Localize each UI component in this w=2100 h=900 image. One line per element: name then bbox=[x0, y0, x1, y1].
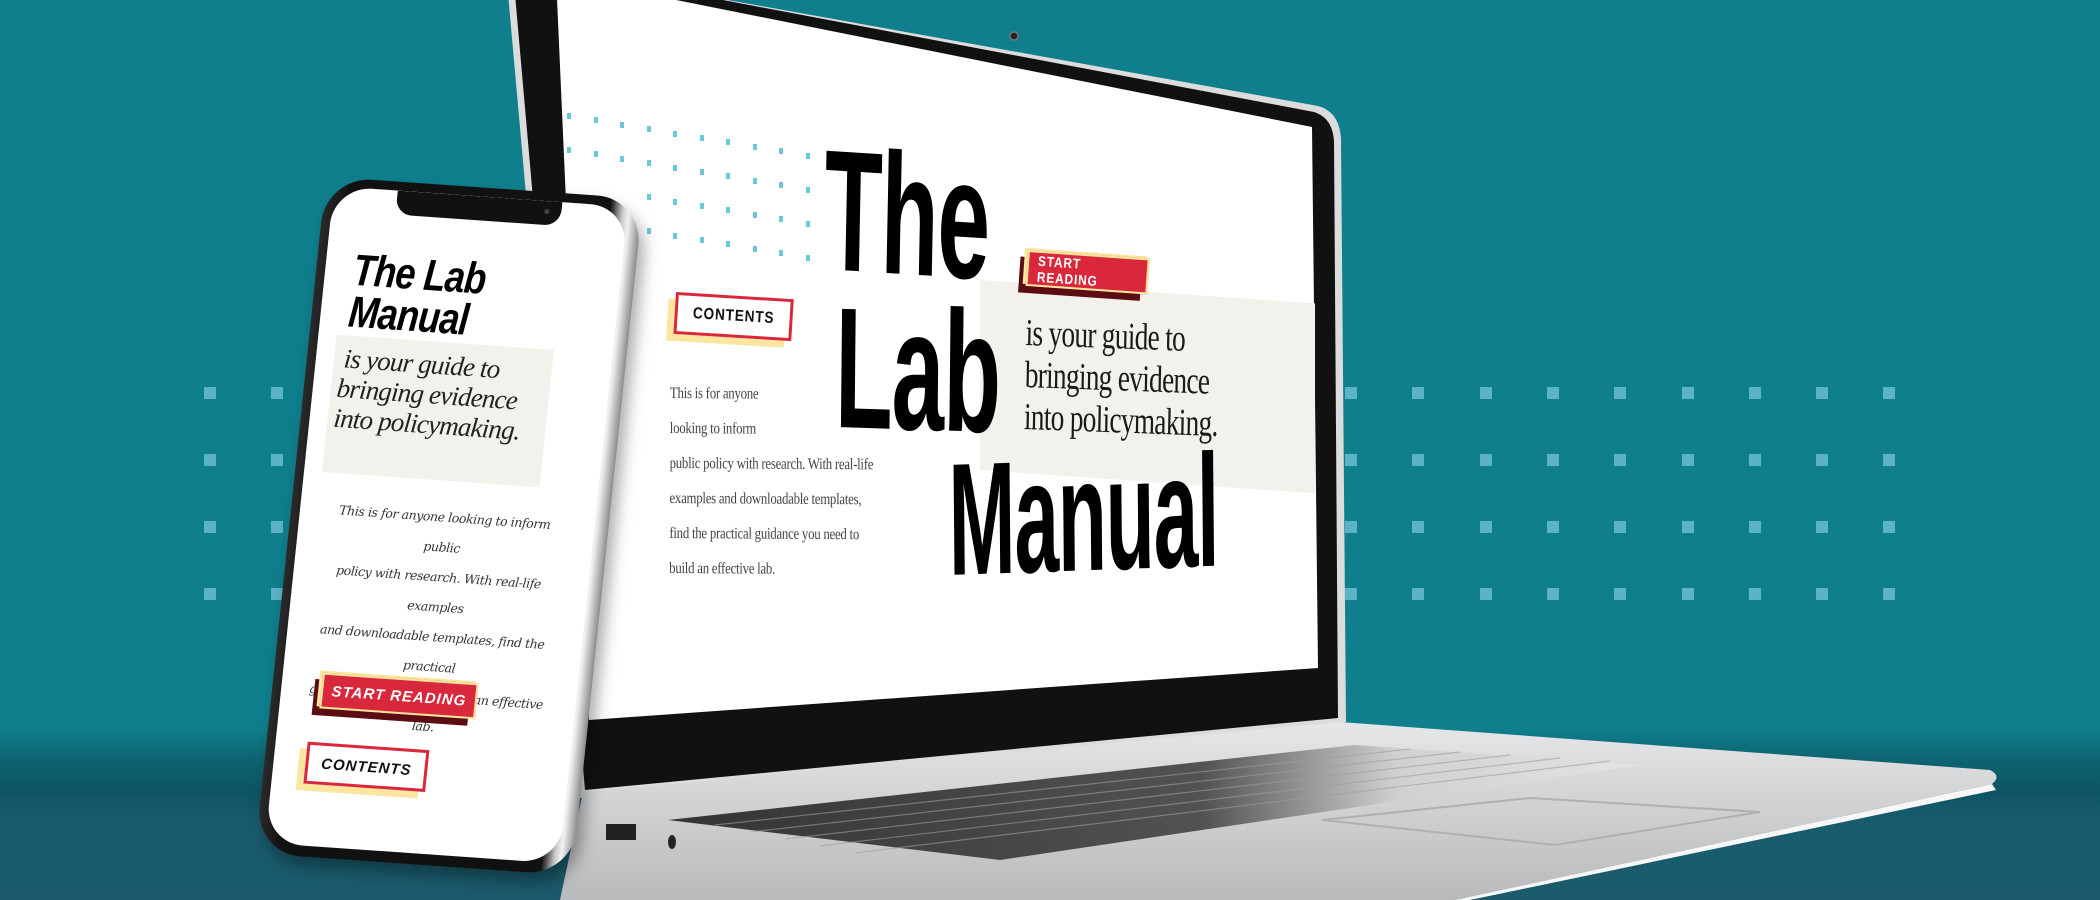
laptop-tagline: is your guide to bringing evidence into … bbox=[1024, 312, 1220, 445]
screen-dot bbox=[673, 198, 677, 205]
screen-dot bbox=[673, 232, 677, 239]
start-reading-label: START READING bbox=[330, 682, 468, 710]
screen-dot bbox=[673, 164, 677, 171]
screen-dot bbox=[805, 220, 810, 227]
screen-dot bbox=[726, 139, 730, 146]
screen-dot bbox=[779, 182, 783, 189]
paragraph-line: This is for anyone bbox=[669, 384, 759, 403]
paragraph-line: examples and downloadable templates, bbox=[669, 489, 862, 509]
audio-jack-icon bbox=[668, 835, 676, 849]
paragraph-line: looking to inform bbox=[669, 419, 757, 438]
screen-dot bbox=[593, 117, 598, 124]
tagline-line: is your guide to bbox=[1025, 312, 1186, 360]
screen-dot bbox=[752, 211, 757, 218]
screen-dot bbox=[805, 152, 810, 159]
paragraph-line: build an effective lab. bbox=[669, 559, 776, 578]
tagline-line: bringing evidence bbox=[1024, 353, 1210, 403]
front-camera-icon bbox=[544, 208, 550, 215]
laptop-intro-paragraph: This is for anyone looking to inform pub… bbox=[669, 376, 873, 587]
webcam-icon bbox=[1009, 31, 1019, 41]
paragraph-line: find the practical guidance you need to bbox=[669, 524, 860, 544]
screen-dot bbox=[699, 237, 704, 243]
screen-dot bbox=[646, 126, 651, 133]
screen-dot bbox=[646, 228, 651, 235]
contents-label: CONTENTS bbox=[320, 755, 413, 779]
contents-label: CONTENTS bbox=[692, 305, 775, 328]
screen-dot bbox=[726, 241, 730, 248]
screen-dot bbox=[593, 151, 598, 158]
screen-dot bbox=[805, 186, 810, 193]
screen-dot bbox=[620, 155, 624, 162]
screen-dot bbox=[752, 245, 757, 252]
usb-port-icon bbox=[606, 824, 636, 840]
title-line-manual: Manual bbox=[947, 420, 1220, 609]
screen-dot bbox=[699, 169, 704, 175]
phone-contents-button[interactable]: CONTENTS bbox=[303, 741, 430, 792]
screen-dot bbox=[779, 250, 783, 257]
contents-button[interactable]: CONTENTS bbox=[673, 292, 794, 342]
phone-tagline: is your guide to bringing evidence into … bbox=[332, 343, 528, 445]
screen-dot bbox=[726, 173, 730, 180]
screen-dot bbox=[779, 216, 783, 223]
screen-dot bbox=[752, 143, 757, 150]
screen-dot bbox=[673, 130, 677, 137]
screen-dot bbox=[699, 203, 704, 209]
phone-title-line: Manual bbox=[346, 287, 471, 345]
screen-dot bbox=[567, 147, 571, 153]
screen-dot bbox=[726, 207, 730, 214]
start-reading-label: START READING bbox=[1036, 252, 1099, 289]
screen-dot bbox=[620, 121, 624, 128]
screen-dot bbox=[699, 135, 704, 141]
screen-dot bbox=[646, 194, 651, 201]
tagline-line: into policymaking. bbox=[1023, 395, 1219, 446]
screen-dot bbox=[646, 160, 651, 167]
screen-dot bbox=[779, 148, 783, 155]
screen-dot bbox=[752, 177, 757, 184]
paragraph-line: public policy with research. With real-l… bbox=[669, 454, 874, 474]
screen-dot bbox=[567, 113, 571, 119]
screen-dot bbox=[805, 254, 810, 261]
